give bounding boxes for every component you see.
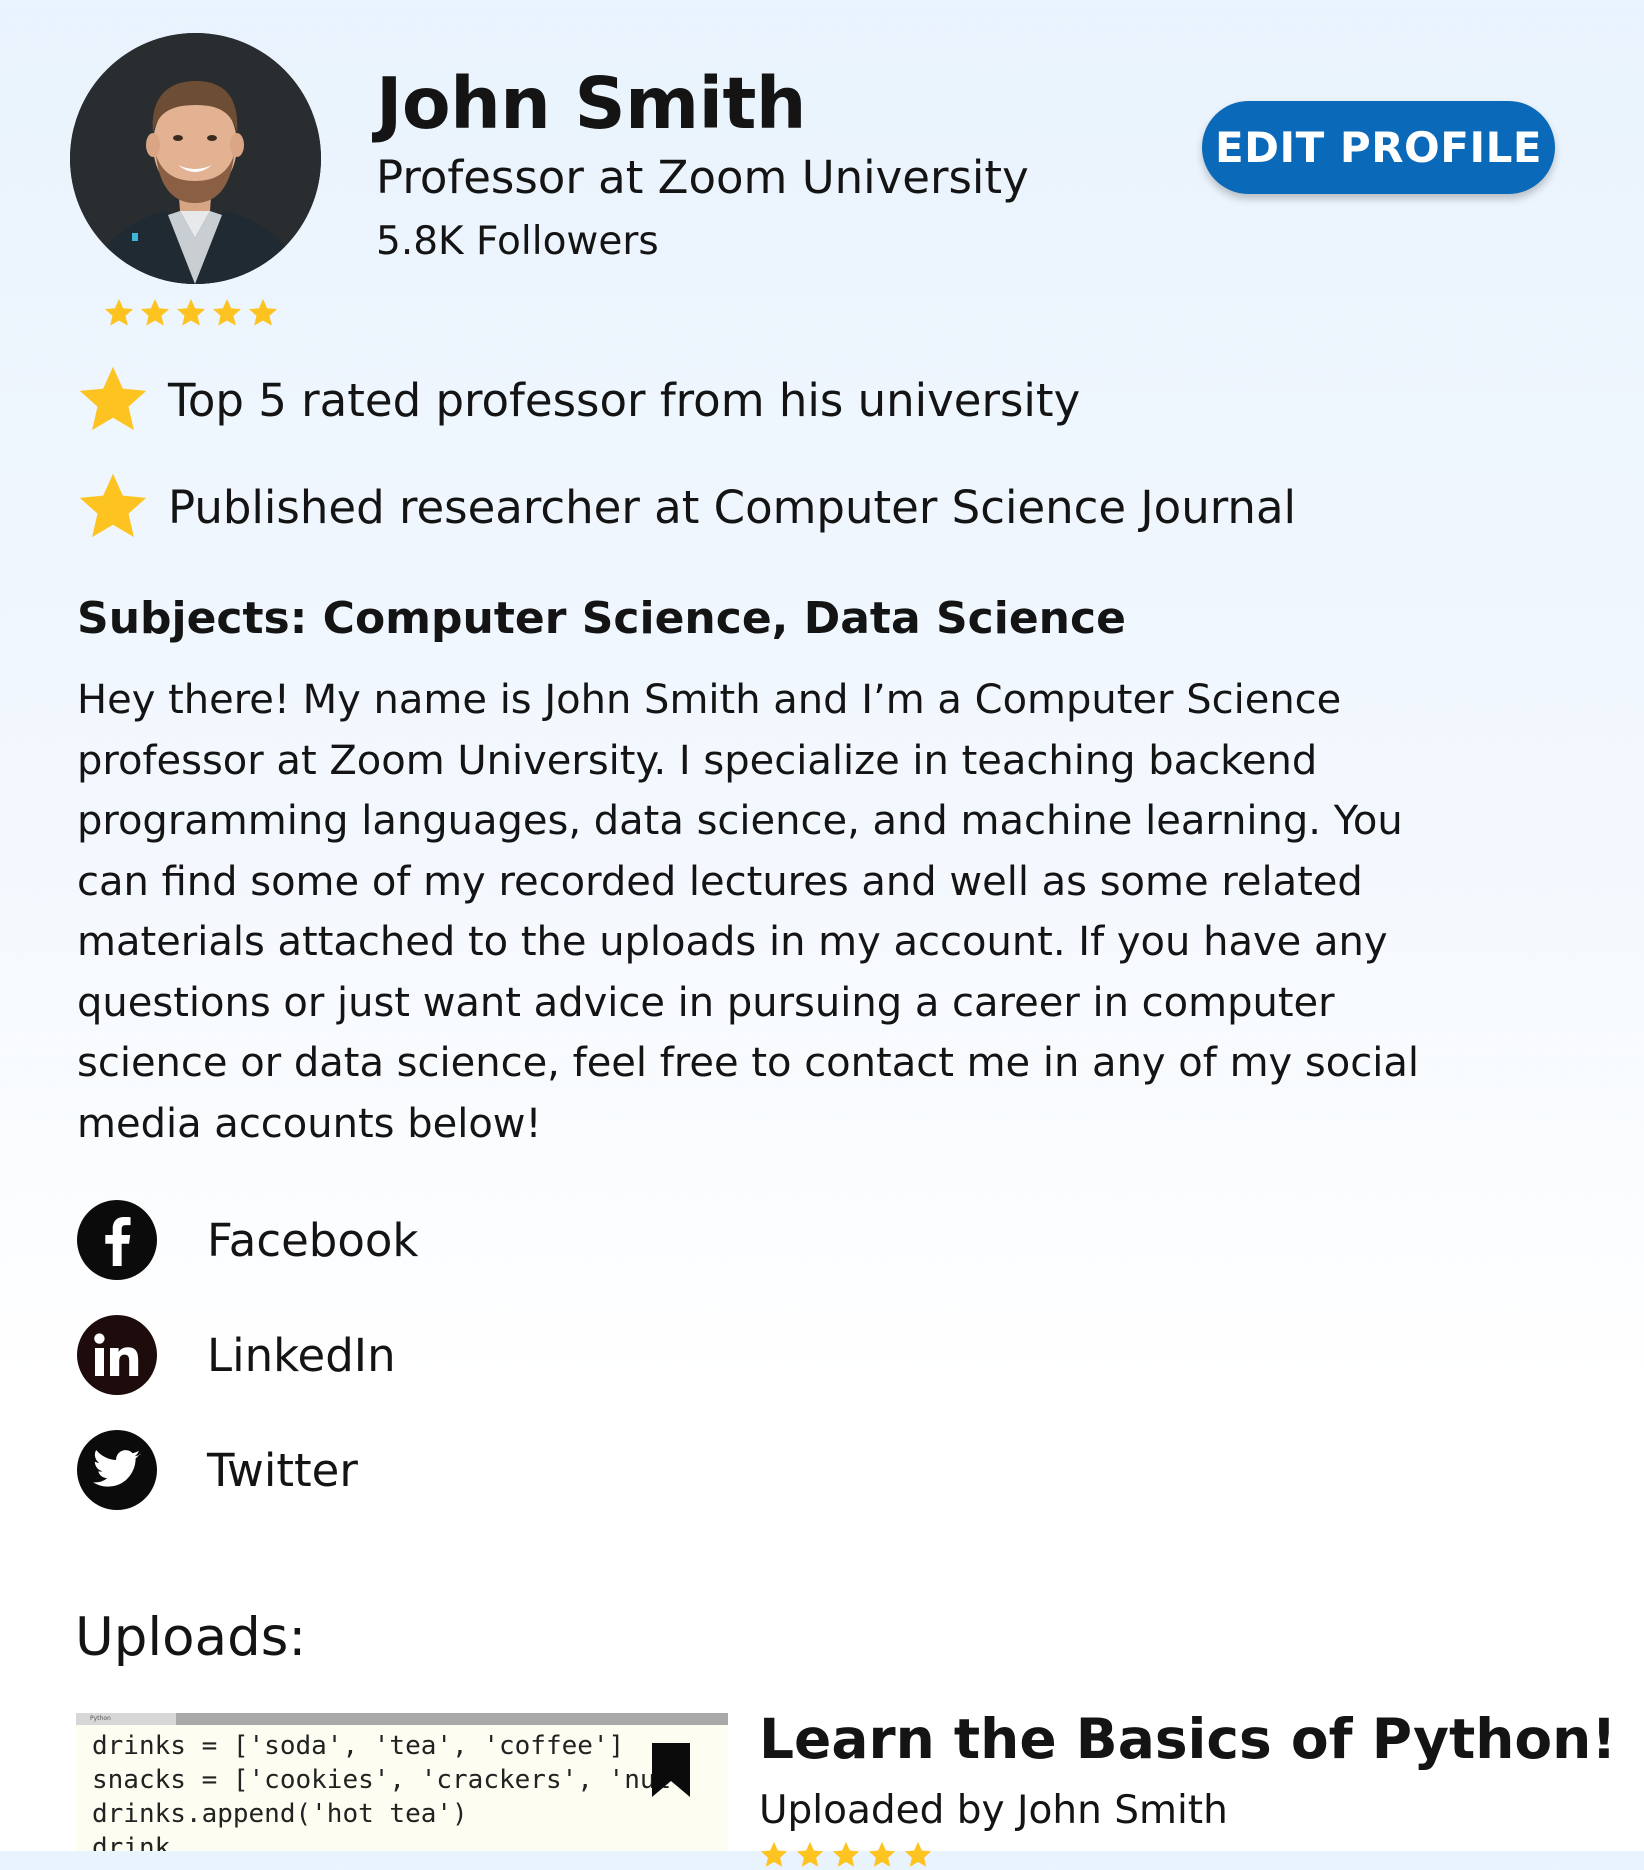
social-link-facebook[interactable]: Facebook: [77, 1200, 418, 1280]
star-icon: [249, 299, 277, 326]
star-icon: [832, 1841, 860, 1867]
upload-thumbnail[interactable]: Python drinks = ['soda', 'tea', 'coffee'…: [76, 1713, 728, 1851]
uploads-heading: Uploads:: [75, 1607, 307, 1668]
star-icon: [796, 1841, 824, 1867]
star-icon: [760, 1841, 788, 1867]
profile-name: John Smith: [376, 62, 806, 145]
thumbnail-tab: Python: [76, 1713, 176, 1725]
upload-author: Uploaded by John Smith: [759, 1788, 1228, 1833]
twitter-icon: [77, 1430, 157, 1510]
achievement-item: Published researcher at Computer Science…: [74, 469, 1296, 545]
edit-profile-button[interactable]: EDIT PROFILE: [1202, 101, 1555, 194]
social-label: Twitter: [207, 1443, 358, 1497]
achievement-item: Top 5 rated professor from his universit…: [74, 362, 1080, 438]
star-icon: [105, 299, 133, 326]
avatar: [70, 33, 321, 284]
subjects-heading: Subjects: Computer Science, Data Science: [77, 593, 1126, 644]
star-icon: [79, 366, 147, 431]
social-label: Facebook: [207, 1213, 419, 1267]
star-icon: [177, 299, 205, 326]
facebook-icon: [77, 1200, 157, 1280]
follower-count: 5.8K Followers: [376, 219, 659, 264]
profile-title: Professor at Zoom University: [376, 151, 1029, 204]
code-line: drink: [92, 1833, 171, 1851]
rating-stars: [103, 297, 283, 331]
code-snippet: drinks = ['soda', 'tea', 'coffee'] snacks…: [92, 1729, 671, 1851]
code-line: drinks.append('hot tea'): [92, 1799, 468, 1829]
upload-rating-stars: [759, 1840, 933, 1870]
upload-title[interactable]: Learn the Basics of Python!: [759, 1707, 1616, 1771]
linkedin-icon: [77, 1315, 157, 1395]
code-line: drinks = ['soda', 'tea', 'coffee']: [92, 1731, 625, 1761]
social-label: LinkedIn: [207, 1328, 396, 1382]
star-icon: [79, 473, 147, 538]
star-icon: [868, 1841, 896, 1867]
star-icon: [141, 299, 169, 326]
code-line: snacks = ['cookies', 'crackers', 'nut: [92, 1765, 672, 1795]
social-link-twitter[interactable]: Twitter: [77, 1430, 358, 1510]
achievement-text: Published researcher at Computer Science…: [168, 480, 1297, 534]
bookmark-icon[interactable]: [648, 1741, 694, 1799]
bio-text: Hey there! My name is John Smith and I’m…: [77, 677, 1419, 1147]
star-icon: [904, 1841, 932, 1867]
social-link-linkedin[interactable]: LinkedIn: [77, 1315, 396, 1395]
achievement-text: Top 5 rated professor from his universit…: [168, 373, 1081, 427]
star-icon: [213, 299, 241, 326]
